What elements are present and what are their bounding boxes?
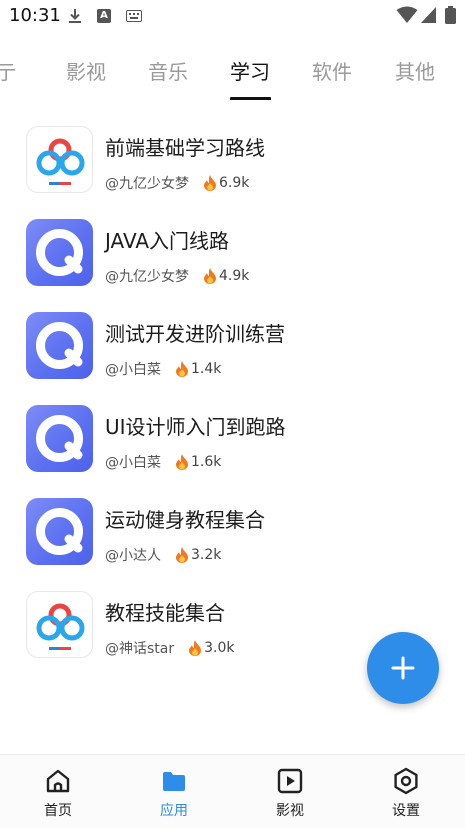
signal-icon	[421, 7, 436, 23]
quark-icon	[26, 219, 93, 286]
nav-video-label: 影视	[276, 803, 304, 819]
quark-icon	[26, 312, 93, 379]
status-time: 10:31	[9, 5, 61, 26]
nav-settings[interactable]: 设置	[348, 755, 464, 828]
baidu-cloud-icon	[26, 126, 93, 193]
list-item[interactable]: UI设计师入门到跑路 @小白菜 1.6k	[0, 387, 465, 480]
item-heat: 1.6k	[191, 454, 222, 470]
nav-home[interactable]: 首页	[0, 755, 116, 828]
item-author: @九亿少女梦	[105, 269, 189, 285]
item-title: 测试开发进阶训练营	[105, 322, 285, 346]
bottom-nav: 首页 应用 影视 设置	[0, 754, 465, 828]
nav-home-label: 首页	[44, 803, 72, 819]
item-title: JAVA入门线路	[105, 229, 230, 253]
item-title: 前端基础学习路线	[105, 136, 265, 160]
list-item[interactable]: 前端基础学习路线 @九亿少女梦 6.9k	[0, 108, 465, 201]
settings-icon	[394, 767, 418, 795]
plus-icon	[391, 656, 415, 680]
item-author: @小白菜	[105, 362, 161, 378]
item-author: @小达人	[105, 548, 161, 564]
item-author: @九亿少女梦	[105, 176, 189, 192]
item-heat: 4.9k	[219, 268, 250, 284]
nav-settings-label: 设置	[392, 803, 420, 819]
download-icon	[69, 9, 81, 23]
baidu-cloud-icon	[26, 591, 93, 658]
item-heat: 6.9k	[219, 175, 250, 191]
item-meta: @小白菜 1.4k	[105, 359, 221, 379]
quark-icon	[26, 498, 93, 565]
tab-music[interactable]: 音乐	[148, 56, 188, 85]
item-author: @小白菜	[105, 455, 161, 471]
item-meta: @九亿少女梦 4.9k	[105, 266, 249, 286]
tab-other[interactable]: 其他	[395, 56, 435, 85]
item-meta: @九亿少女梦 6.9k	[105, 173, 249, 193]
a-notification-icon: A	[97, 9, 111, 23]
item-heat: 3.2k	[191, 547, 222, 563]
item-title: UI设计师入门到跑路	[105, 415, 286, 439]
tab-study[interactable]: 学习	[230, 56, 270, 85]
item-heat: 1.4k	[191, 361, 222, 377]
fire-icon: 6.9k	[203, 175, 249, 191]
fire-icon: 3.2k	[175, 547, 221, 563]
status-bar: 10:31 A	[0, 0, 465, 34]
app-screen: 10:31 A 亍 影视 音乐 学习 软件 其他 前端基础学习路线 @九亿少女梦…	[0, 0, 465, 828]
nav-apps-label: 应用	[160, 803, 188, 819]
fire-icon: 1.4k	[175, 361, 221, 377]
item-title: 教程技能集合	[105, 601, 225, 625]
play-icon	[277, 768, 303, 794]
folder-icon	[163, 772, 185, 791]
active-tab-indicator	[230, 97, 271, 100]
fire-icon: 3.0k	[188, 640, 235, 656]
item-heat: 3.0k	[204, 640, 235, 656]
nav-apps[interactable]: 应用	[116, 755, 232, 828]
list-item[interactable]: JAVA入门线路 @九亿少女梦 4.9k	[0, 201, 465, 294]
item-title: 运动健身教程集合	[105, 508, 265, 532]
item-author: @神话star	[105, 641, 175, 657]
battery-icon	[445, 6, 456, 24]
item-meta: @小达人 3.2k	[105, 545, 221, 565]
home-icon	[46, 769, 70, 793]
item-meta: @神话star 3.0k	[105, 638, 235, 658]
category-tabs: 亍 影视 音乐 学习 软件 其他	[0, 34, 465, 100]
nav-video[interactable]: 影视	[232, 755, 348, 828]
list-item[interactable]: 测试开发进阶训练营 @小白菜 1.4k	[0, 294, 465, 387]
tab-partial[interactable]: 亍	[0, 56, 16, 85]
tab-video[interactable]: 影视	[66, 56, 106, 85]
keyboard-icon	[126, 10, 142, 22]
quark-icon	[26, 405, 93, 472]
list-item[interactable]: 运动健身教程集合 @小达人 3.2k	[0, 480, 465, 573]
add-button[interactable]	[367, 632, 439, 704]
wifi-icon	[396, 6, 418, 23]
fire-icon: 4.9k	[203, 268, 249, 284]
item-meta: @小白菜 1.6k	[105, 452, 221, 472]
fire-icon: 1.6k	[175, 454, 221, 470]
tab-software[interactable]: 软件	[312, 56, 352, 85]
